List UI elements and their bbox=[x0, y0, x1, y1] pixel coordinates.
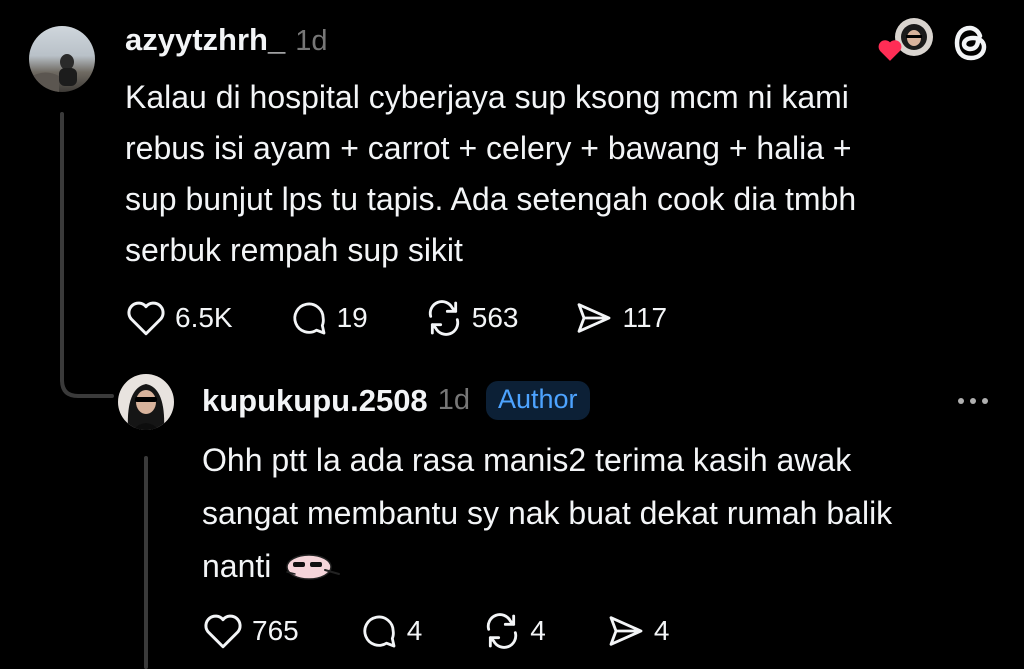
like-button[interactable]: 6.5K bbox=[125, 298, 233, 338]
post-line: Kalau di hospital cyberjaya sup ksong mc… bbox=[125, 79, 849, 115]
repost-icon bbox=[428, 300, 459, 336]
post-actions: 6.5K 19 563 117 bbox=[125, 298, 667, 338]
reply-avatar[interactable] bbox=[118, 374, 174, 430]
reply-avatar-photo bbox=[127, 384, 165, 430]
reply-count: 19 bbox=[336, 302, 368, 333]
post-time: 1d bbox=[295, 25, 328, 57]
reply-username[interactable]: kupukupu.2508 bbox=[202, 383, 428, 419]
heart-icon bbox=[204, 614, 242, 649]
post-header: azyytzhrh_ 1d bbox=[125, 22, 328, 58]
reply-thread-line bbox=[144, 456, 148, 669]
repost-button[interactable]: 563 bbox=[424, 298, 519, 338]
reply-button[interactable]: 19 bbox=[289, 298, 368, 338]
thread-connector bbox=[60, 360, 114, 398]
like-count: 6.5K bbox=[175, 302, 233, 333]
comment-icon bbox=[363, 615, 396, 648]
author-badge: Author bbox=[485, 381, 590, 420]
sticker-emoji bbox=[286, 553, 341, 580]
reply-share-count: 4 bbox=[653, 615, 670, 646]
share-button[interactable]: 117 bbox=[574, 298, 667, 338]
threads-logo-icon[interactable] bbox=[950, 22, 992, 64]
share-icon bbox=[609, 616, 643, 646]
reply-repost-button[interactable]: 4 bbox=[482, 611, 546, 651]
repost-count: 563 bbox=[471, 302, 519, 333]
reply-line: Ohh ptt la ada rasa manis2 terima kasih … bbox=[202, 442, 852, 478]
reply-share-button[interactable]: 4 bbox=[606, 611, 670, 651]
reply-line: nanti bbox=[202, 548, 272, 584]
post-avatar[interactable] bbox=[29, 26, 95, 92]
reply-body: Ohh ptt la ada rasa manis2 terima kasih … bbox=[202, 434, 1012, 593]
reply-reply-button[interactable]: 4 bbox=[359, 611, 423, 651]
share-icon bbox=[578, 303, 611, 333]
reply-repost-count: 4 bbox=[530, 615, 546, 646]
post-line: sup bunjut lps tu tapis. Ada setengah co… bbox=[125, 181, 857, 217]
comment-icon bbox=[293, 302, 326, 335]
avatar-photo bbox=[29, 54, 77, 92]
reply-reply-count: 4 bbox=[406, 615, 423, 646]
reply-header: kupukupu.2508 1d Author bbox=[202, 381, 590, 420]
repost-icon bbox=[487, 613, 518, 649]
reply-like-count: 765 bbox=[252, 615, 299, 646]
post-thread-line bbox=[60, 112, 64, 372]
post-line: rebus isi ayam + carrot + celery + bawan… bbox=[125, 130, 852, 166]
liked-heart-icon bbox=[878, 40, 902, 61]
reply-like-button[interactable]: 765 bbox=[202, 611, 299, 651]
reply-actions: 765 4 4 4 bbox=[202, 611, 669, 651]
reply-line-with-sticker: nanti bbox=[202, 540, 1012, 593]
reply-line: sangat membantu sy nak buat dekat rumah … bbox=[202, 495, 893, 531]
reply-time: 1d bbox=[437, 384, 470, 416]
heart-icon bbox=[127, 301, 165, 336]
more-icon[interactable] bbox=[953, 395, 993, 407]
post-username[interactable]: azyytzhrh_ bbox=[125, 22, 285, 58]
post-line: serbuk rempah sup sikit bbox=[125, 232, 463, 268]
share-count: 117 bbox=[622, 302, 668, 333]
post-body: Kalau di hospital cyberjaya sup ksong mc… bbox=[125, 72, 1005, 276]
